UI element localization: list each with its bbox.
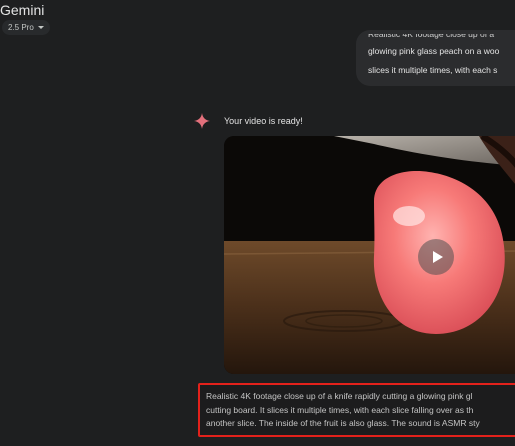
user-message-line: Realistic 4K footage close up of a [368,34,495,39]
user-message-line: slices it multiple times, with each s [368,65,498,75]
prompt-caption-line: cutting board. It slices it multiple tim… [206,404,474,415]
user-message-line: glowing pink glass peach on a woo [368,46,500,56]
chevron-down-icon [37,26,44,29]
video-thumbnail [224,136,515,374]
user-message-bubble: Realistic 4K footage close up of a glowi… [356,30,515,86]
play-icon [432,251,443,263]
app-title: Gemini [0,2,45,18]
prompt-caption-line: Realistic 4K footage close up of a knife… [206,391,473,401]
video-player[interactable] [224,136,515,374]
play-button[interactable] [418,239,454,275]
prompt-caption-line: another slice. The inside of the fruit i… [206,418,480,428]
assistant-status-text: Your video is ready! [224,116,303,126]
model-selector-label: 2.5 Pro [8,23,34,32]
prompt-caption-highlight: Realistic 4K footage close up of a knife… [198,383,515,437]
model-selector[interactable]: 2.5 Pro [2,20,50,35]
assistant-message-header: Your video is ready! [194,113,303,129]
gemini-spark-icon [194,113,210,129]
